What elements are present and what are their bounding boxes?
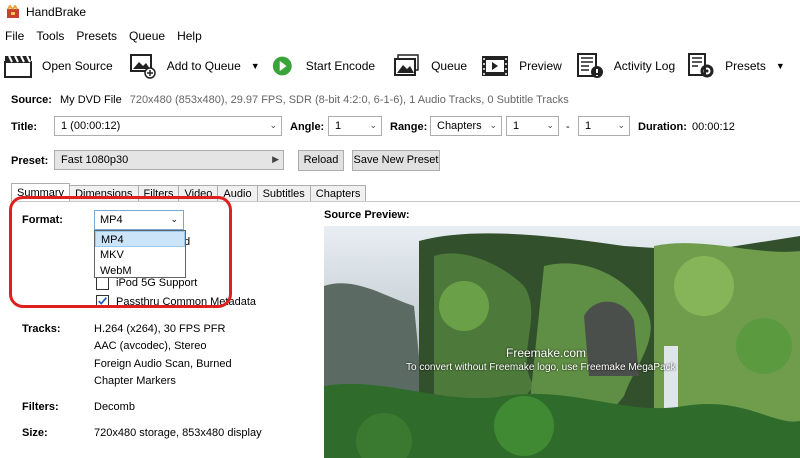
queue-button[interactable]: Queue [389,50,467,82]
source-details: 720x480 (853x480), 29.97 FPS, SDR (8-bit… [129,94,569,106]
reload-button[interactable]: Reload [298,150,344,171]
source-preview-title: Source Preview: [324,209,410,221]
window-title: HandBrake [26,5,87,19]
title-row: Title: 1 (00:00:12) ⌄ Angle: 1 ⌄ Range: … [0,116,800,138]
tab-chapters[interactable]: Chapters [309,185,367,202]
save-new-preset-button[interactable]: Save New Preset [352,150,440,171]
queue-pictures-icon [394,54,419,76]
angle-label: Angle: [290,121,325,133]
watermark-brand: Freemake.com [506,346,587,360]
track-item: AAC (avcodec), Stereo [94,340,207,352]
tab-subtitles[interactable]: Subtitles [256,185,311,202]
handbrake-logo-icon [7,5,19,18]
clapperboard-icon [4,55,32,78]
preset-row: Preset: Fast 1080p30 ▶ Reload Save New P… [0,150,800,172]
add-to-queue-button[interactable]: Add to Queue ▼ [125,50,260,82]
range-start-select[interactable]: 1 ⌄ [506,116,559,136]
preview-button[interactable]: Preview [477,50,562,82]
chevron-down-icon: ⌄ [369,120,377,130]
toolbar: Open Source Add to Queue ▼ Start Encode … [0,48,800,84]
chevron-down-icon: ⌄ [617,120,625,130]
menu-help[interactable]: Help [172,29,209,43]
range-separator: - [566,121,570,133]
preset-selector[interactable]: Fast 1080p30 ▶ [54,150,284,170]
chevron-down-icon: ⌄ [269,120,277,130]
angle-select[interactable]: 1 ⌄ [328,116,382,136]
title-select[interactable]: 1 (00:00:12) ⌄ [54,116,282,136]
chevron-down-icon: ⌄ [546,120,554,130]
open-source-button[interactable]: Open Source [0,50,113,82]
film-strip-icon [482,56,509,76]
log-document-icon [576,53,603,78]
menu-queue[interactable]: Queue [124,29,172,43]
watermark-note: To convert without Freemake logo, use Fr… [406,362,676,373]
source-info: Source: My DVD File 720x480 (853x480), 2… [11,94,569,106]
track-item: H.264 (x264), 30 FPS PFR [94,323,226,335]
waterfall-scene-image [324,226,800,458]
chevron-down-icon[interactable]: ▼ [251,61,260,71]
title-label: Title: [11,121,38,133]
filters-label: Filters: [22,401,59,413]
source-label: Source: [11,94,52,106]
duration-label: Duration: [638,121,687,133]
presets-gear-icon [688,53,714,78]
add-picture-icon [129,54,156,79]
track-item: Foreign Audio Scan, Burned [94,358,232,370]
source-name: My DVD File [59,94,122,106]
range-label: Range: [390,121,428,133]
play-icon [272,56,292,76]
chevron-down-icon[interactable]: ▼ [776,61,785,71]
menu-tools[interactable]: Tools [31,29,71,43]
chevron-down-icon: ⌄ [489,120,497,130]
filters-value: Decomb [94,401,135,413]
menu-presets[interactable]: Presets [71,29,124,43]
menu-bar: File Tools Presets Queue Help [0,26,209,46]
preset-label: Preset: [11,155,49,167]
start-encode-button[interactable]: Start Encode [268,50,375,82]
presets-button[interactable]: Presets ▼ [683,50,785,82]
menu-file[interactable]: File [0,29,31,43]
duration-value: 00:00:12 [692,121,735,133]
activity-log-button[interactable]: Activity Log [572,50,675,82]
tracks-label: Tracks: [22,323,61,335]
source-preview-image: Freemake.com To convert without Freemake… [324,226,800,458]
size-value: 720x480 storage, 853x480 display [94,427,262,439]
track-item: Chapter Markers [94,375,176,387]
highlight-annotation [9,196,232,308]
title-bar: HandBrake [0,0,800,24]
size-label: Size: [22,427,48,439]
chevron-right-icon: ▶ [272,154,279,164]
range-end-select[interactable]: 1 ⌄ [578,116,630,136]
range-type-select[interactable]: Chapters ⌄ [430,116,502,136]
